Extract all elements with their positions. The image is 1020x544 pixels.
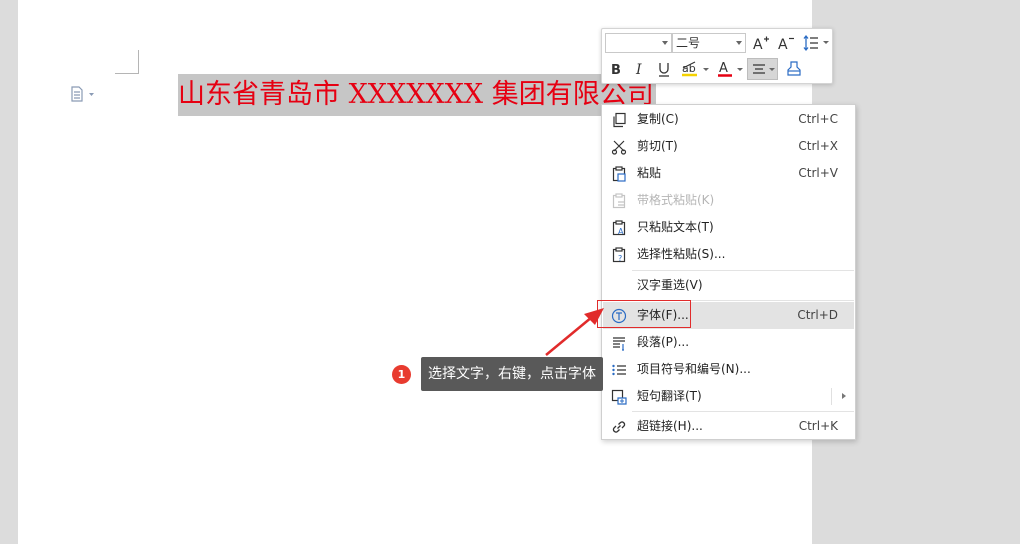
menu-item-label: 选择性粘贴(S)... — [637, 247, 726, 261]
menu-item-label: 段落(P)... — [637, 335, 690, 349]
paste-special-icon: ? — [612, 247, 626, 263]
menu-item-hyperlink[interactable]: 超链接(H)... Ctrl+K — [603, 413, 854, 440]
menu-separator — [632, 270, 854, 271]
font-size-combo[interactable]: 二号 — [672, 33, 746, 53]
context-menu: 复制(C) Ctrl+C 剪切(T) Ctrl+X 粘贴 Ctrl+V 带格式粘… — [601, 104, 856, 440]
chevron-down-icon — [768, 67, 775, 71]
font-item-highlight-box — [597, 300, 691, 328]
svg-text:I: I — [635, 62, 642, 77]
svg-text:A: A — [719, 61, 728, 76]
menu-item-label: 带格式粘贴(K) — [637, 193, 715, 207]
align-center-button[interactable] — [747, 58, 778, 80]
font-color-button[interactable]: A — [714, 58, 736, 80]
font-name-combo[interactable] — [605, 33, 672, 53]
bullets-icon — [612, 364, 626, 376]
paste-format-icon — [612, 193, 626, 209]
menu-item-paste-text-only[interactable]: A 只粘贴文本(T) — [603, 214, 854, 241]
bold-button[interactable]: B — [605, 58, 627, 80]
italic-button[interactable]: I — [629, 58, 651, 80]
chevron-down-icon[interactable] — [703, 68, 709, 71]
shrink-font-button[interactable]: A — [775, 32, 797, 54]
line-spacing-button[interactable] — [800, 32, 822, 54]
paste-icon — [612, 166, 626, 182]
link-icon — [612, 421, 626, 433]
svg-text:ab: ab — [682, 62, 696, 75]
paragraph-icon — [613, 337, 625, 351]
highlight-button[interactable]: ab — [679, 58, 701, 80]
menu-item-label: 剪切(T) — [637, 139, 678, 153]
font-size-value: 二号 — [676, 36, 701, 50]
menu-item-shortcut: Ctrl+D — [797, 308, 838, 322]
menu-item-label: 超链接(H)... — [637, 419, 703, 433]
page-corner-mark — [115, 73, 139, 74]
menu-item-shortcut: Ctrl+C — [798, 112, 838, 126]
menu-item-paste-special[interactable]: ? 选择性粘贴(S)... — [603, 241, 854, 268]
underline-button[interactable] — [653, 58, 675, 80]
svg-text:A: A — [618, 227, 624, 236]
translate-icon — [611, 389, 627, 405]
svg-text:A: A — [778, 37, 788, 52]
menu-item-paste[interactable]: 粘贴 Ctrl+V — [603, 160, 854, 187]
menu-item-bullets-numbering[interactable]: 项目符号和编号(N)... — [603, 356, 854, 383]
mini-toolbar: 二号 A A B I ab A — [601, 28, 833, 84]
menu-item-label: 项目符号和编号(N)... — [637, 362, 751, 376]
menu-item-paragraph[interactable]: 段落(P)... — [603, 329, 854, 356]
menu-item-paste-with-format: 带格式粘贴(K) — [603, 187, 854, 214]
chevron-right-icon[interactable] — [842, 393, 846, 399]
menu-item-shortcut: Ctrl+X — [798, 139, 838, 153]
submenu-divider — [831, 388, 832, 405]
menu-separator — [632, 411, 854, 412]
instruction-callout: 选择文字，右键，点击字体 — [421, 357, 603, 391]
paragraph-options-icon[interactable] — [70, 86, 100, 102]
menu-item-label: 汉字重选(V) — [637, 278, 703, 292]
svg-text:A: A — [753, 37, 763, 52]
paste-text-icon: A — [612, 220, 626, 236]
grow-font-button[interactable]: A — [750, 32, 772, 54]
menu-item-label: 只粘贴文本(T) — [637, 220, 714, 234]
menu-item-translate[interactable]: 短句翻译(T) — [603, 383, 854, 410]
selected-text[interactable]: 山东省青岛市 XXXXXXX 集团有限公司 — [178, 74, 656, 116]
menu-item-copy[interactable]: 复制(C) Ctrl+C — [603, 106, 854, 133]
menu-item-reselect-chinese[interactable]: 汉字重选(V) — [603, 272, 854, 299]
svg-text:?: ? — [618, 254, 622, 263]
annotation-arrow-icon — [545, 308, 604, 356]
chevron-down-icon[interactable] — [823, 41, 829, 44]
menu-item-label: 复制(C) — [637, 112, 679, 126]
chevron-down-icon — [736, 41, 742, 45]
copy-icon — [613, 112, 626, 128]
menu-item-shortcut: Ctrl+V — [798, 166, 838, 180]
menu-item-label: 粘贴 — [637, 166, 662, 180]
menu-item-label: 短句翻译(T) — [637, 389, 702, 403]
chevron-down-icon — [662, 41, 668, 45]
menu-item-cut[interactable]: 剪切(T) Ctrl+X — [603, 133, 854, 160]
page-corner-mark — [138, 50, 139, 74]
svg-text:B: B — [611, 63, 621, 77]
menu-item-shortcut: Ctrl+K — [798, 419, 838, 433]
step-number-badge: 1 — [392, 365, 411, 384]
clear-format-button[interactable] — [783, 58, 805, 80]
cut-icon — [611, 140, 627, 155]
chevron-down-icon[interactable] — [737, 68, 743, 71]
